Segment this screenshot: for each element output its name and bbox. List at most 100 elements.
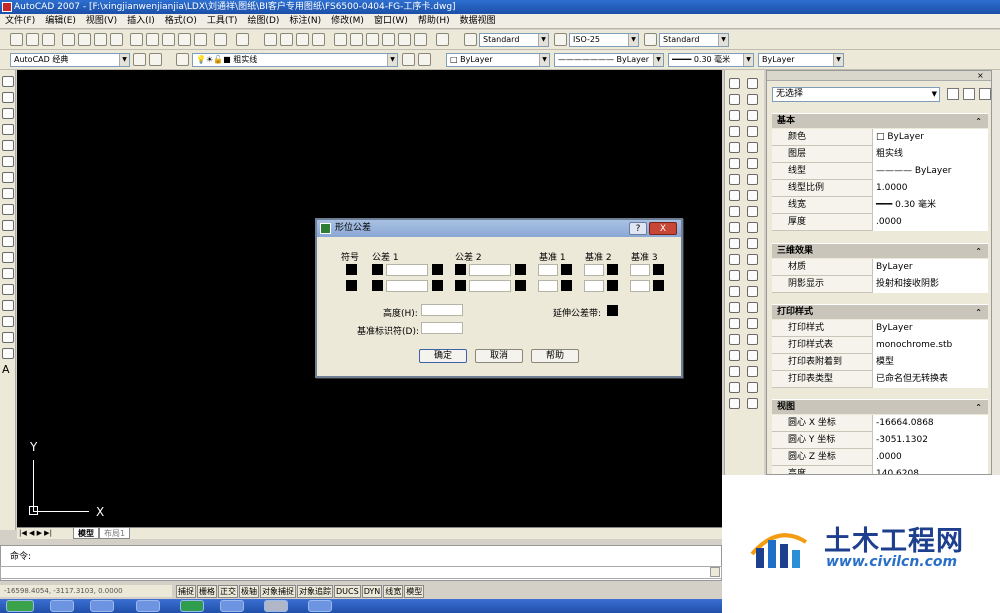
scale-icon[interactable]: [747, 126, 758, 137]
fillet-icon[interactable]: [729, 190, 740, 201]
menu-tools[interactable]: 工具(T): [202, 14, 243, 29]
dialog-close-button[interactable]: X: [649, 222, 677, 235]
plotstyle-select[interactable]: ByLayer ▼: [758, 53, 844, 67]
otrack-toggle[interactable]: 对象追踪: [297, 585, 333, 598]
redo-icon[interactable]: [236, 33, 249, 46]
mod-swatch-tol1-row2[interactable]: [432, 280, 443, 291]
palette-grip[interactable]: [767, 71, 991, 81]
print-icon[interactable]: [62, 33, 75, 46]
model-toggle[interactable]: 模型: [404, 585, 425, 598]
start-button[interactable]: [6, 600, 34, 612]
color-select[interactable]: □ ByLayer ▼: [446, 53, 550, 67]
menu-window[interactable]: 窗口(W): [369, 14, 413, 29]
osnap-quadrant-icon[interactable]: [729, 382, 740, 393]
dim-text-edit-icon[interactable]: [747, 318, 758, 329]
dia-swatch-tol2-row2[interactable]: [455, 280, 466, 291]
prop-row-height[interactable]: 高度 140.6208: [772, 466, 988, 474]
zoom-previous-icon[interactable]: [312, 33, 325, 46]
projected-zone-swatch[interactable]: [607, 305, 618, 316]
prop-row-plot-table-type[interactable]: 打印表类型 已命名但无转换表: [772, 371, 988, 388]
tab-model[interactable]: 模型: [73, 528, 99, 539]
command-scroll-icon[interactable]: [710, 567, 720, 577]
explode-icon[interactable]: [747, 190, 758, 201]
make-object-layer-current-icon[interactable]: [402, 53, 415, 66]
layer-previous-icon[interactable]: [418, 53, 431, 66]
aligned-dim-icon[interactable]: [747, 206, 758, 217]
datum1-mod-swatch-row1[interactable]: [561, 264, 572, 275]
point-icon[interactable]: [2, 284, 14, 295]
workspace-save-icon[interactable]: [149, 53, 162, 66]
tab-nav-arrows[interactable]: |◀ ◀ ▶ ▶|: [19, 528, 52, 539]
osnap-parallel-icon[interactable]: [747, 398, 758, 409]
linetype-select[interactable]: ——————— ByLayer ▼: [554, 53, 664, 67]
datum1-value-row2[interactable]: [538, 280, 558, 292]
offset-icon[interactable]: [747, 94, 758, 105]
ellipse-icon[interactable]: [2, 220, 14, 231]
tol1-value-row1[interactable]: [386, 264, 428, 276]
line-icon[interactable]: [2, 76, 14, 87]
dim-style-select[interactable]: ISO-25 ▼: [569, 33, 639, 47]
circle-icon[interactable]: [2, 172, 14, 183]
datum-identifier-input[interactable]: [421, 322, 463, 334]
dim-edit-icon[interactable]: [729, 318, 740, 329]
trim-icon[interactable]: [747, 142, 758, 153]
gradient-icon[interactable]: [2, 316, 14, 327]
folder-taskbar-icon[interactable]: [220, 600, 244, 612]
break-icon[interactable]: [747, 158, 758, 169]
section-plot-style[interactable]: 打印样式 ⌃: [772, 304, 988, 319]
datum2-value-row1[interactable]: [584, 264, 604, 276]
copy-object-icon[interactable]: [747, 78, 758, 89]
construction-line-icon[interactable]: [2, 92, 14, 103]
rectangle-icon[interactable]: [2, 140, 14, 151]
prop-row-center-x[interactable]: 圆心 X 坐标 -16664.0868: [772, 415, 988, 432]
tol2-value-row1[interactable]: [469, 264, 511, 276]
menu-insert[interactable]: 插入(I): [122, 14, 160, 29]
menu-draw[interactable]: 绘图(D): [242, 14, 284, 29]
prop-row-layer[interactable]: 图层 粗实线: [772, 146, 988, 163]
prop-row-plot-style-table[interactable]: 打印样式表 monochrome.stb: [772, 337, 988, 354]
copy-icon[interactable]: [146, 33, 159, 46]
zoom-realtime-icon[interactable]: [280, 33, 293, 46]
cancel-button[interactable]: 取消: [475, 349, 523, 363]
section-3d-effects[interactable]: 三维效果 ⌃: [772, 243, 988, 258]
erase-icon[interactable]: [729, 78, 740, 89]
cut-icon[interactable]: [130, 33, 143, 46]
datum2-mod-swatch-row2[interactable]: [607, 280, 618, 291]
design-center-icon[interactable]: [350, 33, 363, 46]
open-icon[interactable]: [26, 33, 39, 46]
datum2-mod-swatch-row1[interactable]: [607, 264, 618, 275]
array-icon[interactable]: [729, 110, 740, 121]
prop-row-center-z[interactable]: 圆心 Z 坐标 .0000: [772, 449, 988, 466]
prop-row-linetype-scale[interactable]: 线型比例 1.0000: [772, 180, 988, 197]
toggle-pickadd-icon[interactable]: [947, 88, 959, 100]
extend-icon[interactable]: [729, 158, 740, 169]
height-input[interactable]: [421, 304, 463, 316]
prop-row-thickness[interactable]: 厚度 .0000: [772, 214, 988, 231]
prop-row-plot-attached[interactable]: 打印表附着到 模型: [772, 354, 988, 371]
quick-leader-icon[interactable]: [747, 286, 758, 297]
wps-taskbar-icon[interactable]: [180, 600, 204, 612]
prop-row-material[interactable]: 材质 ByLayer: [772, 259, 988, 276]
menu-file[interactable]: 文件(F): [0, 14, 40, 29]
paint-taskbar-icon[interactable]: [308, 600, 332, 612]
help-button[interactable]: 帮助: [531, 349, 579, 363]
dia-swatch-tol1-row2[interactable]: [372, 280, 383, 291]
spline-icon[interactable]: [2, 204, 14, 215]
revision-cloud-icon[interactable]: [2, 188, 14, 199]
ducs-toggle[interactable]: DUCS: [334, 585, 361, 598]
osnap-midpoint-icon[interactable]: [747, 350, 758, 361]
region-icon[interactable]: [2, 332, 14, 343]
tool-palettes-icon[interactable]: [366, 33, 379, 46]
selection-select[interactable]: 无选择 ▼: [772, 87, 940, 102]
diameter-dim-icon[interactable]: [729, 254, 740, 265]
angular-dim-icon[interactable]: [747, 254, 758, 265]
close-icon[interactable]: ×: [977, 71, 987, 81]
datum2-value-row2[interactable]: [584, 280, 604, 292]
table-style-select[interactable]: Standard ▼: [659, 33, 729, 47]
sheet-set-icon[interactable]: [382, 33, 395, 46]
select-objects-icon[interactable]: [963, 88, 975, 100]
osnap-intersection-icon[interactable]: [729, 366, 740, 377]
ordinate-dim-icon[interactable]: [747, 222, 758, 233]
radius-dim-icon[interactable]: [729, 238, 740, 249]
dialog-help-icon[interactable]: ?: [629, 222, 647, 235]
